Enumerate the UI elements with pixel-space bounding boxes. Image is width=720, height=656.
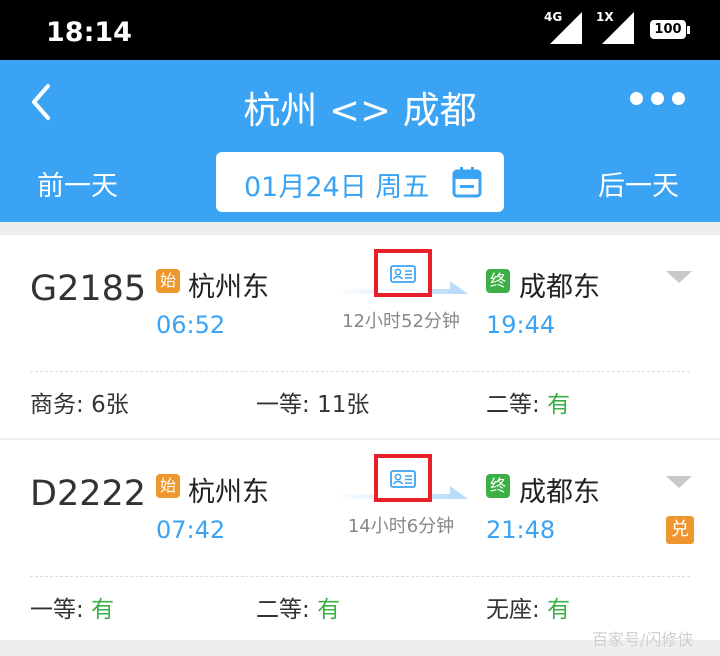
seat-class-label: 商务:	[30, 392, 84, 418]
seat-class-label: 一等:	[256, 392, 310, 418]
seat-info-first: 一等: 有	[30, 590, 114, 624]
seat-info-second: 二等: 有	[486, 385, 570, 419]
seat-info-business: 商务: 6张	[30, 385, 129, 419]
seat-availability: 有	[547, 392, 571, 418]
divider	[30, 371, 690, 372]
departure-time: 06:52	[156, 311, 226, 339]
seat-class-label: 一等:	[30, 597, 84, 623]
seat-class-label: 二等:	[256, 597, 310, 623]
signal-1x-icon: 1X	[596, 10, 642, 44]
seat-availability: 有	[317, 597, 341, 623]
expand-caret-icon[interactable]	[666, 269, 692, 285]
date-label: 01月24日 周五	[244, 172, 430, 203]
departure-time: 07:42	[156, 516, 226, 544]
trip-duration: 12小时52分钟	[342, 311, 460, 332]
train-card[interactable]: G2185 始 杭州东 06:52 12小时52分钟 终 成都东 19:44 商…	[0, 235, 720, 438]
departure-station: 杭州东	[188, 272, 269, 303]
next-day-button[interactable]: 后一天	[598, 164, 679, 203]
train-number: D2222	[30, 474, 147, 514]
arrival-station: 成都东	[519, 477, 600, 508]
seat-availability: 有	[91, 597, 115, 623]
seat-class-label: 二等:	[486, 392, 540, 418]
watermark: 百家号/闪修侠	[592, 630, 694, 649]
start-station-badge: 始	[156, 269, 180, 293]
calendar-icon	[452, 167, 482, 198]
seat-class-label: 无座:	[486, 597, 540, 623]
header: 杭州 <> 成都 前一天 01月24日 周五 后一天	[0, 60, 720, 222]
page-title: 杭州 <> 成都	[243, 89, 477, 132]
seat-availability: 有	[547, 597, 571, 623]
divider	[30, 576, 690, 577]
seat-count: 6张	[91, 392, 129, 418]
exchange-badge: 兑	[666, 516, 694, 544]
status-bar: 18:14 4G 1X 100	[0, 0, 720, 60]
start-station-badge: 始	[156, 474, 180, 498]
arrival-time: 21:48	[486, 516, 556, 544]
status-time: 18:14	[46, 17, 132, 48]
prev-day-button[interactable]: 前一天	[37, 164, 118, 203]
train-card[interactable]: D2222 始 杭州东 07:42 14小时6分钟 终 成都东 21:48 兑 …	[0, 440, 720, 640]
end-station-badge: 终	[486, 474, 510, 498]
seat-count: 11张	[317, 392, 370, 418]
battery-icon: 100	[650, 20, 690, 39]
arrival-station: 成都东	[519, 272, 600, 303]
trip-duration: 14小时6分钟	[347, 516, 455, 537]
id-card-icon	[374, 249, 432, 297]
date-picker-button[interactable]: 01月24日 周五	[216, 152, 504, 212]
arrival-time: 19:44	[486, 311, 556, 339]
seat-info-second: 二等: 有	[256, 590, 340, 624]
train-number: G2185	[30, 269, 147, 309]
seat-info-first: 一等: 11张	[256, 385, 369, 419]
departure-station: 杭州东	[188, 477, 269, 508]
expand-caret-icon[interactable]	[666, 474, 692, 490]
seat-info-no-seat: 无座: 有	[486, 590, 570, 624]
id-card-icon	[374, 454, 432, 502]
signal-4g-icon: 4G	[544, 10, 590, 44]
more-dots-icon[interactable]	[630, 90, 700, 114]
end-station-badge: 终	[486, 269, 510, 293]
